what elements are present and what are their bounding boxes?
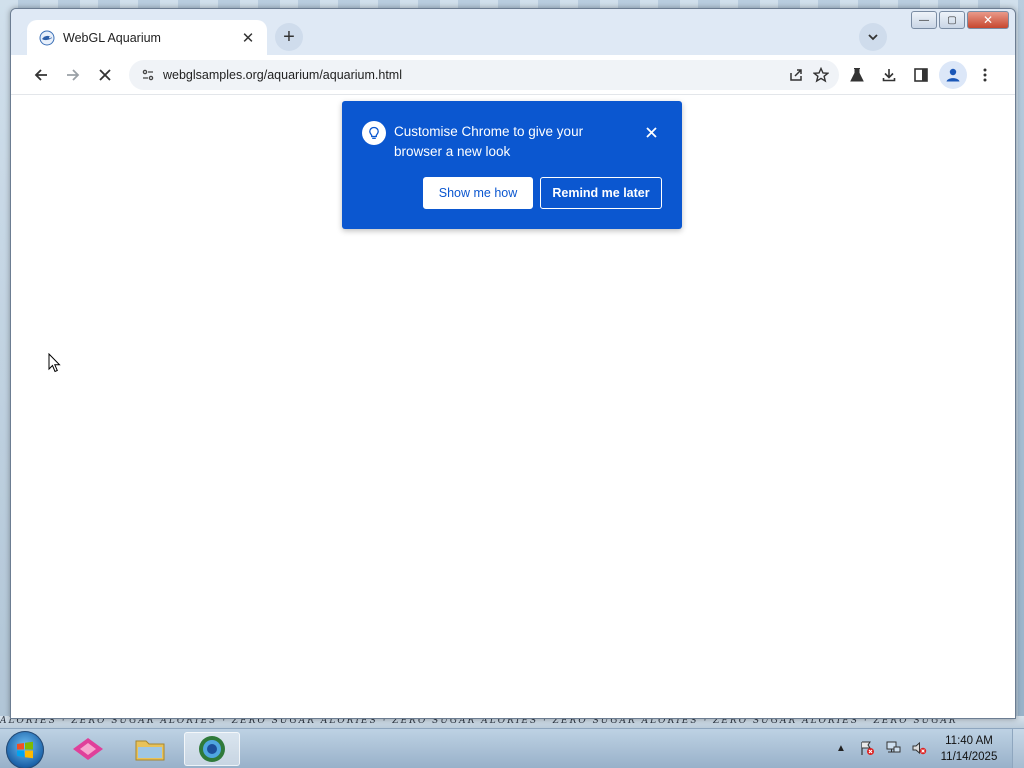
network-icon[interactable] — [884, 739, 902, 757]
show-me-how-button[interactable]: Show me how — [423, 177, 533, 209]
system-tray: ▲ — [832, 739, 928, 757]
chevron-down-icon — [868, 34, 878, 41]
promo-close-icon[interactable] — [642, 123, 660, 141]
remind-me-later-button[interactable]: Remind me later — [540, 177, 662, 209]
clock-time: 11:40 AM — [945, 735, 993, 747]
tab-title: WebGL Aquarium — [63, 31, 161, 45]
browser-window: WebGL Aquarium ✕ + — ▢ ✕ webglsamples.or… — [10, 8, 1016, 719]
close-window-button[interactable]: ✕ — [967, 11, 1009, 29]
forward-arrow-icon — [67, 69, 80, 81]
side-panel-icon — [914, 68, 928, 82]
page-content: Customise Chrome to give your browser a … — [11, 95, 1015, 718]
start-button[interactable] — [6, 731, 44, 768]
site-info-icon[interactable] — [133, 60, 163, 90]
chrome-menu-button[interactable] — [971, 61, 999, 89]
download-icon — [882, 69, 896, 82]
browser-toolbar: webglsamples.org/aquarium/aquarium.html — [11, 55, 1015, 95]
taskbar-browser[interactable] — [184, 732, 240, 766]
forward-button[interactable] — [59, 61, 87, 89]
kebab-menu-icon — [983, 68, 987, 82]
tab-close-icon[interactable]: ✕ — [239, 29, 257, 47]
taskbar-file-explorer[interactable] — [122, 732, 178, 766]
profile-avatar-icon — [946, 68, 960, 82]
folder-icon — [135, 740, 165, 761]
customise-chrome-promo: Customise Chrome to give your browser a … — [342, 101, 682, 229]
tab-search-button[interactable] — [859, 23, 887, 51]
taskbar-app-pink[interactable] — [60, 732, 116, 766]
star-icon — [813, 67, 829, 83]
labs-button[interactable] — [843, 61, 871, 89]
taskbar: ▲ 11:40 AM 11/14/2025 — [0, 728, 1024, 768]
stop-x-icon — [99, 69, 111, 81]
clock-date: 11/14/2025 — [940, 751, 998, 763]
address-bar[interactable]: webglsamples.org/aquarium/aquarium.html — [129, 60, 839, 90]
tab-webgl-aquarium[interactable]: WebGL Aquarium ✕ — [27, 20, 267, 56]
lightbulb-icon — [362, 121, 386, 145]
flask-icon — [850, 68, 864, 82]
promo-message: Customise Chrome to give your browser a … — [394, 124, 584, 159]
maximize-button[interactable]: ▢ — [939, 11, 965, 29]
action-center-flag-icon[interactable] — [858, 739, 876, 757]
bookmark-button[interactable] — [807, 61, 835, 89]
url-text: webglsamples.org/aquarium/aquarium.html — [163, 68, 403, 82]
window-controls: — ▢ ✕ — [909, 11, 1009, 31]
tab-strip: WebGL Aquarium ✕ + — ▢ ✕ — [11, 9, 1015, 56]
volume-muted-icon[interactable] — [910, 739, 928, 757]
back-arrow-icon — [34, 69, 47, 81]
profile-button[interactable] — [939, 61, 967, 89]
taskbar-clock[interactable]: 11:40 AM 11/14/2025 — [934, 733, 1004, 765]
mouse-cursor-icon — [48, 352, 62, 378]
pink-app-icon — [73, 738, 103, 760]
back-button[interactable] — [27, 61, 55, 89]
show-desktop-button[interactable] — [1012, 729, 1024, 768]
tray-expand-icon[interactable]: ▲ — [832, 739, 850, 757]
minimize-button[interactable]: — — [911, 11, 937, 29]
browser-globe-icon — [199, 736, 225, 762]
downloads-button[interactable] — [875, 61, 903, 89]
new-tab-button[interactable]: + — [275, 23, 303, 51]
stop-loading-button[interactable] — [91, 61, 119, 89]
side-panel-button[interactable] — [907, 61, 935, 89]
share-button[interactable] — [782, 61, 810, 89]
share-icon — [790, 69, 802, 81]
aquarium-favicon-icon — [39, 30, 55, 46]
windows-logo-icon — [17, 741, 33, 759]
